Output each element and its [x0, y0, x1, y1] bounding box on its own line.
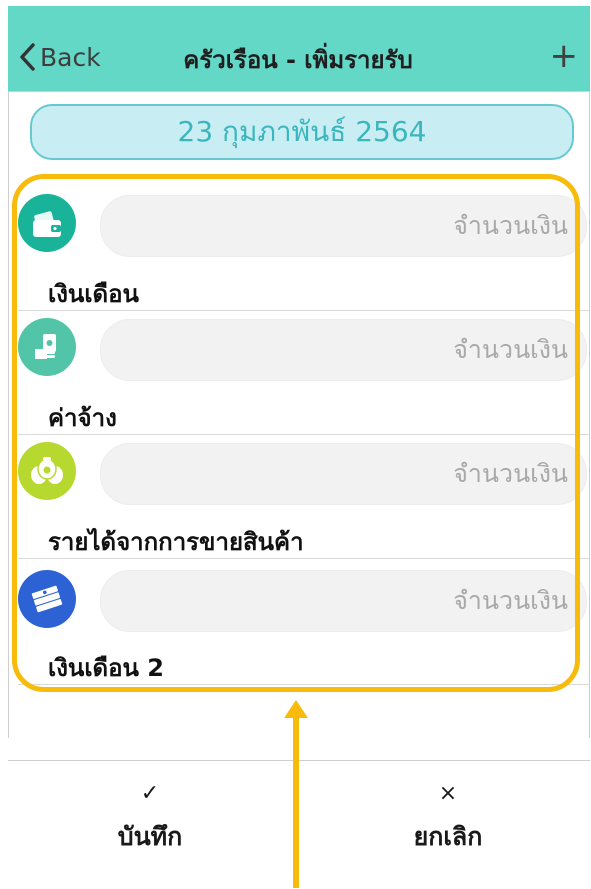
- income-item-wage: จำนวนเงิน ค่าจ้าง: [8, 312, 590, 436]
- amount-input[interactable]: จำนวนเงิน: [100, 443, 587, 505]
- item-label: รายได้จากการขายสินค้า: [48, 528, 304, 556]
- save-button[interactable]: ✓ บันทึก: [90, 779, 210, 857]
- date-selector[interactable]: 23 กุมภาพันธ์ 2564: [30, 104, 574, 160]
- back-button[interactable]: Back: [18, 37, 101, 77]
- amount-input[interactable]: จำนวนเงิน: [100, 195, 587, 257]
- chevron-left-icon: [20, 43, 35, 71]
- check-icon: ✓: [140, 781, 160, 806]
- item-label: เงินเดือน: [48, 280, 139, 308]
- add-button[interactable]: +: [550, 36, 579, 76]
- divider: [18, 558, 590, 559]
- divider: [18, 310, 590, 311]
- wallet-icon: [18, 194, 76, 252]
- money-bags-icon: [18, 442, 76, 500]
- income-item-salary: จำนวนเงิน เงินเดือน: [8, 188, 590, 312]
- item-label: เงินเดือน 2: [48, 654, 164, 682]
- cancel-label: ยกเลิก: [413, 822, 483, 851]
- amount-input[interactable]: จำนวนเงิน: [100, 319, 587, 381]
- income-item-salary-2: จำนวนเงิน เงินเดือน 2: [8, 560, 590, 685]
- save-label: บันทึก: [117, 822, 183, 851]
- money-hand-icon: [18, 318, 76, 376]
- divider: [18, 434, 590, 435]
- page-title: ครัวเรือน - เพิ่มรายรับ: [183, 46, 413, 74]
- income-item-sales: จำนวนเงิน รายได้จากการขายสินค้า: [8, 436, 590, 560]
- cash-stack-icon: [18, 570, 76, 628]
- divider: [18, 684, 590, 685]
- item-label: ค่าจ้าง: [48, 404, 117, 432]
- amount-input[interactable]: จำนวนเงิน: [100, 570, 587, 632]
- close-icon: ×: [438, 781, 458, 806]
- up-arrow-icon: [284, 700, 308, 888]
- cancel-button[interactable]: × ยกเลิก: [388, 779, 508, 857]
- header-bar: Back ครัวเรือน - เพิ่มรายรับ +: [8, 6, 590, 92]
- back-label: Back: [40, 42, 101, 72]
